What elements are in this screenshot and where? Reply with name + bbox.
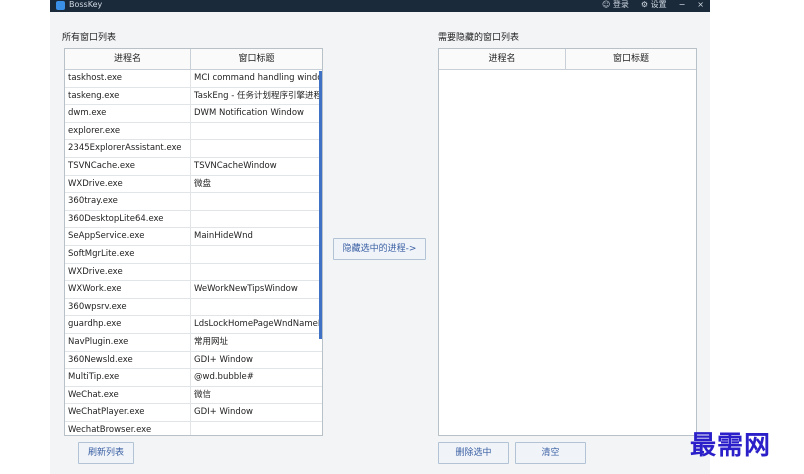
watermark-logo: 最需网 <box>690 431 772 461</box>
all-windows-label: 所有窗口列表 <box>62 33 117 43</box>
window-title-cell <box>191 422 322 435</box>
table-row[interactable]: guardhp.exe LdsLockHomePageWndNameE <box>65 316 322 334</box>
title-right: ☺ 登录 ⚙ 设置 − × <box>602 0 704 10</box>
process-name-cell: 360DesktopLite64.exe <box>65 210 191 228</box>
scrollbar[interactable] <box>319 71 322 339</box>
table-row[interactable]: 360wpsrv.exe <box>65 298 322 317</box>
column-header-title[interactable]: 窗口标题 <box>566 49 696 69</box>
main-window: 所有窗口列表 进程名 窗口标题 taskhost.exe MCI command … <box>50 12 710 474</box>
window-title-cell: 微盘 <box>194 178 212 189</box>
process-name-cell: WXDrive.exe <box>65 175 191 193</box>
window-title-cell: TSVNCacheWindow <box>194 160 277 171</box>
window-title-cell: MainHideWnd <box>194 231 253 242</box>
table-row[interactable]: TSVNCache.exe TSVNCacheWindow <box>65 157 322 176</box>
table-row[interactable]: WeChat.exe 微信 <box>65 386 322 405</box>
table-row[interactable]: 360tray.exe <box>65 193 322 211</box>
process-name-cell: MultiTip.exe <box>65 369 191 386</box>
user-icon: ☺ <box>601 0 611 9</box>
window-title-cell <box>191 211 322 228</box>
table-row[interactable]: WeChatPlayer.exe GDI+ Window <box>65 404 322 422</box>
window-title-cell: MCI command handling windo <box>194 73 322 83</box>
process-name-cell: taskhost.exe <box>65 70 191 87</box>
window-title-cell <box>191 123 322 140</box>
table-row[interactable]: taskeng.exe TaskEng - 任务计划程序引擎进程 <box>65 87 322 106</box>
process-name-cell: taskeng.exe <box>65 87 191 105</box>
clear-button[interactable]: 清空 <box>515 442 586 464</box>
window-title-cell <box>191 246 322 263</box>
table-row[interactable]: SeAppService.exe MainHideWnd <box>65 228 322 246</box>
process-name-cell: WXWork.exe <box>65 281 191 298</box>
window-title-cell: WeWorkNewTipsWindow <box>194 284 298 295</box>
table-row[interactable]: 360DesktopLite64.exe <box>65 210 322 229</box>
table-row[interactable]: WXDrive.exe 微盘 <box>65 175 322 194</box>
close-button[interactable]: × <box>697 0 704 10</box>
minimize-button[interactable]: − <box>679 0 686 10</box>
window-title-cell: GDI+ Window <box>194 407 253 418</box>
process-name-cell: SoftMgrLite.exe <box>65 245 191 263</box>
window-title-cell <box>191 299 322 316</box>
window-title-cell <box>191 264 322 281</box>
table-row[interactable]: WechatBrowser.exe <box>65 421 322 435</box>
column-header-process[interactable]: 进程名 <box>439 49 566 69</box>
table-header: 进程名 窗口标题 <box>65 49 322 70</box>
process-name-cell: WeChatPlayer.exe <box>65 404 191 421</box>
process-name-cell: NavPlugin.exe <box>65 333 191 351</box>
column-header-title[interactable]: 窗口标题 <box>191 49 322 69</box>
process-name-cell: dwm.exe <box>65 105 191 122</box>
table-row[interactable]: NavPlugin.exe 常用网址 <box>65 333 322 352</box>
window-title-cell: TaskEng - 任务计划程序引擎进程 <box>194 90 322 101</box>
window-title-cell: LdsLockHomePageWndNameE <box>194 319 322 330</box>
process-name-cell: 360wpsrv.exe <box>65 298 191 316</box>
process-name-cell: 360tray.exe <box>65 193 191 210</box>
window-title-cell: @wd.bubble# <box>194 372 254 383</box>
table-row[interactable]: taskhost.exe MCI command handling windo <box>65 70 322 88</box>
process-name-cell: WechatBrowser.exe <box>65 421 191 435</box>
app-title: BossKey <box>69 0 103 9</box>
refresh-list-button[interactable]: 刷新列表 <box>78 442 134 464</box>
app-icon <box>56 0 65 10</box>
table-header: 进程名 窗口标题 <box>439 49 696 70</box>
process-name-cell: 360Newsld.exe <box>65 351 191 369</box>
table-row[interactable]: 360Newsld.exe GDI+ Window <box>65 351 322 370</box>
table-row[interactable]: SoftMgrLite.exe <box>65 245 322 264</box>
window-title-cell <box>191 193 322 210</box>
title-left: BossKey <box>56 0 102 10</box>
settings-button[interactable]: ⚙ 设置 <box>641 0 667 10</box>
process-name-cell: WXDrive.exe <box>65 263 191 281</box>
table-row[interactable]: dwm.exe DWM Notification Window <box>65 105 322 123</box>
window-title-cell: DWM Notification Window <box>194 108 304 119</box>
process-name-cell: guardhp.exe <box>65 316 191 333</box>
hidden-windows-table[interactable]: 进程名 窗口标题 <box>438 48 697 436</box>
hidden-windows-label: 需要隐藏的窗口列表 <box>438 33 520 43</box>
table-row[interactable]: WXWork.exe WeWorkNewTipsWindow <box>65 281 322 299</box>
process-name-cell: WeChat.exe <box>65 386 191 404</box>
all-windows-table[interactable]: 进程名 窗口标题 taskhost.exe MCI command handlin… <box>64 48 323 436</box>
window-title-cell: 常用网址 <box>194 336 229 347</box>
gear-icon: ⚙ <box>640 0 649 9</box>
window-title-cell: 微信 <box>194 389 212 400</box>
process-name-cell: 2345ExplorerAssistant.exe <box>65 140 191 157</box>
table-body: taskhost.exe MCI command handling windo ta… <box>65 70 322 435</box>
login-button[interactable]: ☺ 登录 <box>602 0 629 10</box>
table-row[interactable]: WXDrive.exe <box>65 263 322 282</box>
hide-selected-button[interactable]: 隐藏选中的进程-> <box>333 238 426 260</box>
table-row[interactable]: 2345ExplorerAssistant.exe <box>65 140 322 158</box>
window-title-cell <box>191 140 322 157</box>
table-row[interactable]: MultiTip.exe @wd.bubble# <box>65 369 322 387</box>
delete-selected-button[interactable]: 删除选中 <box>438 442 509 464</box>
process-name-cell: SeAppService.exe <box>65 228 191 245</box>
process-name-cell: TSVNCache.exe <box>65 157 191 175</box>
process-name-cell: explorer.exe <box>65 122 191 140</box>
title-bar: BossKey ☺ 登录 ⚙ 设置 − × <box>50 0 710 12</box>
table-row[interactable]: explorer.exe <box>65 122 322 141</box>
window-title-cell: GDI+ Window <box>194 354 253 365</box>
column-header-process[interactable]: 进程名 <box>65 49 191 69</box>
